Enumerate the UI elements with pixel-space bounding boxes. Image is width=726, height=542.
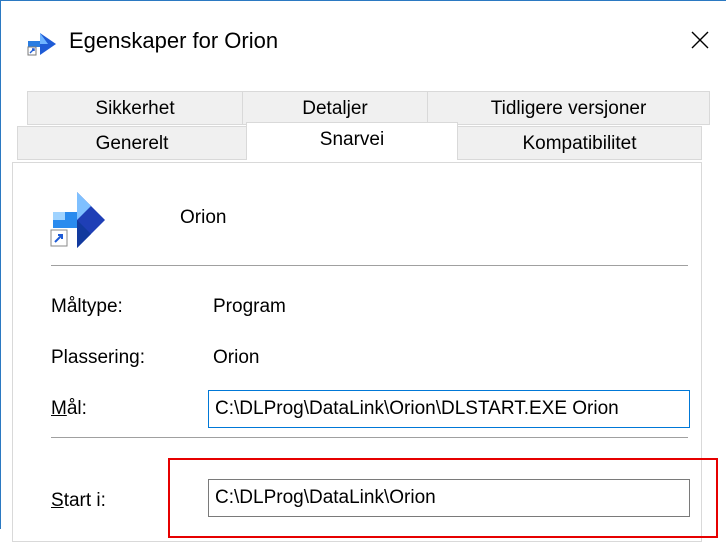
tab-previous-versions[interactable]: Tidligere versjoner bbox=[427, 91, 710, 125]
start-in-label: Start i: bbox=[51, 490, 106, 512]
tab-security[interactable]: Sikkerhet bbox=[27, 91, 243, 125]
target-type-value: Program bbox=[213, 296, 286, 317]
tab-label: Detaljer bbox=[302, 98, 368, 119]
window-title: Egenskaper for Orion bbox=[69, 28, 279, 53]
location-value: Orion bbox=[213, 347, 260, 368]
close-icon bbox=[691, 31, 709, 49]
separator bbox=[51, 437, 688, 438]
tab-label: Kompatibilitet bbox=[522, 133, 637, 154]
orion-shortcut-icon bbox=[50, 192, 105, 248]
close-button[interactable] bbox=[680, 20, 720, 60]
target-type-label: Måltype: bbox=[51, 296, 123, 317]
tab-general[interactable]: Generelt bbox=[17, 126, 247, 160]
target-field[interactable] bbox=[208, 390, 690, 428]
target-label-rest: ål: bbox=[66, 398, 87, 419]
location-label: Plassering: bbox=[51, 347, 145, 368]
tab-compatibility[interactable]: Kompatibilitet bbox=[457, 126, 702, 160]
start-in-field[interactable] bbox=[208, 479, 690, 517]
title-bar: Egenskaper for Orion bbox=[0, 0, 726, 82]
separator bbox=[51, 265, 688, 266]
tab-label: Sikkerhet bbox=[95, 98, 175, 119]
start-in-label-mnemonic: S bbox=[51, 490, 64, 511]
tab-label: Generelt bbox=[95, 133, 169, 154]
tab-details[interactable]: Detaljer bbox=[242, 91, 428, 125]
app-icon bbox=[27, 33, 56, 56]
shortcut-name: Orion bbox=[180, 207, 227, 228]
start-in-label-rest: tart i: bbox=[63, 490, 106, 511]
tab-shortcut[interactable]: Snarvei bbox=[246, 122, 458, 160]
target-label: Mål: bbox=[51, 398, 87, 420]
target-label-mnemonic: M bbox=[51, 398, 67, 419]
tab-label: Tidligere versjoner bbox=[490, 98, 647, 119]
tab-label: Snarvei bbox=[319, 129, 385, 150]
